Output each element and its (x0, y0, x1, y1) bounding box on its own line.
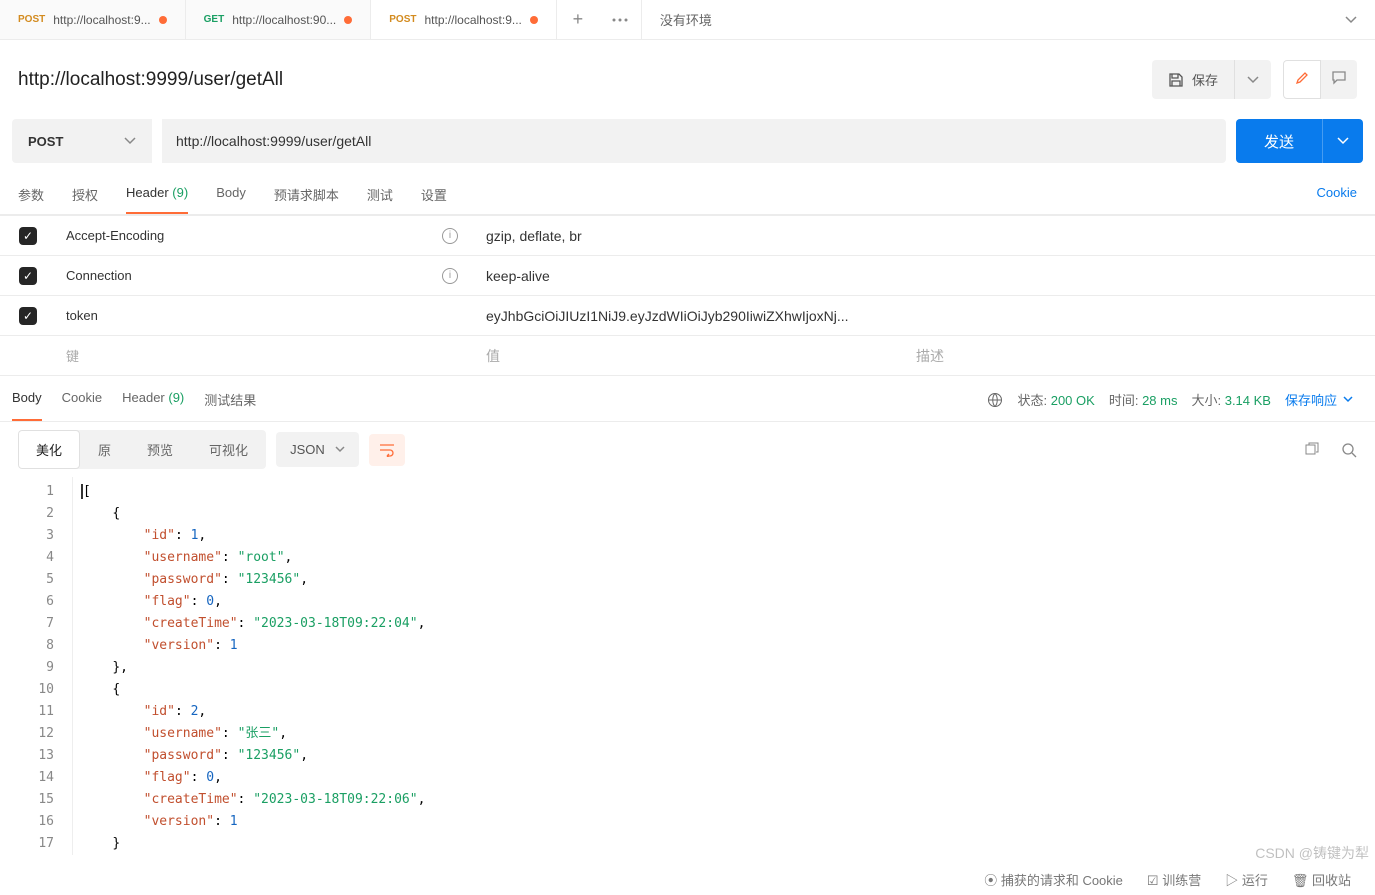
response-body-viewer: 1234567891011121314151617 [ { "id": 1, "… (0, 477, 1375, 865)
view-visual[interactable]: 可视化 (191, 430, 266, 469)
size-value: 3.14 KB (1225, 393, 1271, 408)
request-tab-1[interactable]: GET http://localhost:90... (186, 0, 372, 39)
info-icon: i (442, 268, 458, 284)
request-title-bar: http://localhost:9999/user/getAll 保存 (0, 40, 1375, 119)
line-gutter: 1234567891011121314151617 (0, 477, 72, 855)
tab-headers[interactable]: Header (9) (126, 175, 188, 214)
request-tab-0[interactable]: POST http://localhost:9... (0, 0, 186, 39)
header-value[interactable]: keep-alive (476, 268, 906, 284)
edit-button-group (1283, 60, 1357, 99)
footer-bootcamp[interactable]: ☑ 训练营 (1147, 870, 1201, 889)
chevron-down-icon (124, 137, 136, 145)
tab-title: http://localhost:90... (232, 13, 336, 27)
save-response-button[interactable]: 保存响应 (1285, 390, 1353, 409)
header-checkbox[interactable]: ✓ (19, 227, 37, 245)
comment-button[interactable] (1321, 60, 1357, 99)
request-url-row: POST http://localhost:9999/user/getAll 发… (0, 119, 1375, 169)
header-key[interactable]: token (66, 308, 98, 323)
method-label: POST (28, 134, 63, 149)
new-tab-button[interactable]: + (557, 0, 599, 39)
save-button-group: 保存 (1152, 60, 1271, 99)
tab-prerequest[interactable]: 预请求脚本 (274, 175, 339, 214)
headers-table: ✓ Accept-Encoding i gzip, deflate, br ✓ C… (0, 215, 1375, 376)
tab-body[interactable]: Body (216, 175, 246, 214)
save-button[interactable]: 保存 (1152, 60, 1234, 99)
dirty-dot-icon (159, 16, 167, 24)
status-value: 200 OK (1051, 393, 1095, 408)
chevron-down-icon (1345, 16, 1357, 24)
response-tab-results[interactable]: 测试结果 (204, 378, 256, 421)
header-value[interactable]: gzip, deflate, br (476, 228, 906, 244)
format-selector[interactable]: JSON (276, 432, 359, 467)
header-row-empty: 键 值 描述 (0, 335, 1375, 375)
header-value[interactable]: eyJhbGciOiJIUzI1NiJ9.eyJzdWIiOiJyb290Iiw… (476, 308, 906, 324)
footer-capture[interactable]: ⦿ 捕获的请求和 Cookie (984, 870, 1123, 889)
response-status-bar: 状态: 200 OK 时间: 28 ms 大小: 3.14 KB 保存响应 (987, 390, 1353, 409)
send-button[interactable]: 发送 (1236, 119, 1322, 163)
footer-runner[interactable]: ▷ 运行 (1225, 870, 1268, 889)
response-tab-body[interactable]: Body (12, 378, 42, 421)
header-value-placeholder[interactable]: 值 (476, 346, 906, 366)
header-row: ✓ Connection i keep-alive (0, 255, 1375, 295)
save-dropdown-button[interactable] (1234, 60, 1271, 99)
request-tab-2[interactable]: POST http://localhost:9... (371, 0, 557, 39)
response-section-tabs: Body Cookie Header (9) 测试结果 状态: 200 OK 时… (0, 378, 1375, 422)
dirty-dot-icon (344, 16, 352, 24)
info-icon: i (442, 228, 458, 244)
tab-title: http://localhost:9... (53, 13, 150, 27)
globe-icon[interactable] (987, 392, 1003, 408)
header-checkbox[interactable]: ✓ (19, 267, 37, 285)
tab-overflow-button[interactable] (599, 0, 641, 39)
view-raw[interactable]: 原 (80, 430, 129, 469)
dirty-dot-icon (530, 16, 538, 24)
request-section-tabs: 参数 授权 Header (9) Body 预请求脚本 测试 设置 Cookie (0, 169, 1375, 215)
status-bar: ⦿ 捕获的请求和 Cookie ☑ 训练营 ▷ 运行 🗑 回收站 (960, 864, 1375, 895)
tab-tests[interactable]: 测试 (367, 175, 393, 214)
cookies-link[interactable]: Cookie (1317, 175, 1357, 214)
environment-selector[interactable]: 没有环境 (641, 0, 1375, 39)
response-tab-cookie[interactable]: Cookie (62, 378, 102, 421)
header-key-placeholder[interactable]: 键 (56, 346, 476, 365)
top-tab-bar: POST http://localhost:9... GET http://lo… (0, 0, 1375, 40)
header-desc-placeholder[interactable]: 描述 (906, 346, 1375, 366)
edit-button[interactable] (1283, 60, 1321, 99)
watermark: CSDN @铸键为犁 (1255, 843, 1369, 863)
environment-label: 没有环境 (660, 10, 712, 29)
save-label: 保存 (1192, 70, 1218, 89)
response-body-text[interactable]: [ { "id": 1, "username": "root", "passwo… (72, 477, 1375, 855)
header-key[interactable]: Connection (66, 268, 132, 283)
tab-params[interactable]: 参数 (18, 175, 44, 214)
header-row: ✓ token eyJhbGciOiJIUzI1NiJ9.eyJzdWIiOiJ… (0, 295, 1375, 335)
wrap-lines-button[interactable] (369, 434, 405, 466)
url-input[interactable]: http://localhost:9999/user/getAll (162, 119, 1226, 163)
method-selector[interactable]: POST (12, 119, 152, 163)
header-row: ✓ Accept-Encoding i gzip, deflate, br (0, 215, 1375, 255)
save-icon (1168, 72, 1184, 88)
footer-trash[interactable]: 🗑 回收站 (1292, 870, 1351, 889)
response-tab-headers[interactable]: Header (9) (122, 378, 184, 421)
method-badge: GET (204, 14, 225, 25)
header-key[interactable]: Accept-Encoding (66, 228, 164, 243)
tab-settings[interactable]: 设置 (421, 175, 447, 214)
header-checkbox[interactable]: ✓ (19, 307, 37, 325)
tab-title: http://localhost:9... (424, 13, 521, 27)
method-badge: POST (389, 14, 416, 25)
view-pretty[interactable]: 美化 (18, 430, 80, 469)
view-preview[interactable]: 预览 (129, 430, 191, 469)
method-badge: POST (18, 14, 45, 25)
request-title: http://localhost:9999/user/getAll (18, 69, 283, 91)
copy-icon[interactable] (1303, 442, 1319, 458)
search-icon[interactable] (1341, 442, 1357, 458)
response-view-toolbar: 美化 原 预览 可视化 JSON (0, 422, 1375, 477)
send-dropdown-button[interactable] (1322, 119, 1363, 163)
tab-auth[interactable]: 授权 (72, 175, 98, 214)
time-value: 28 ms (1142, 393, 1177, 408)
